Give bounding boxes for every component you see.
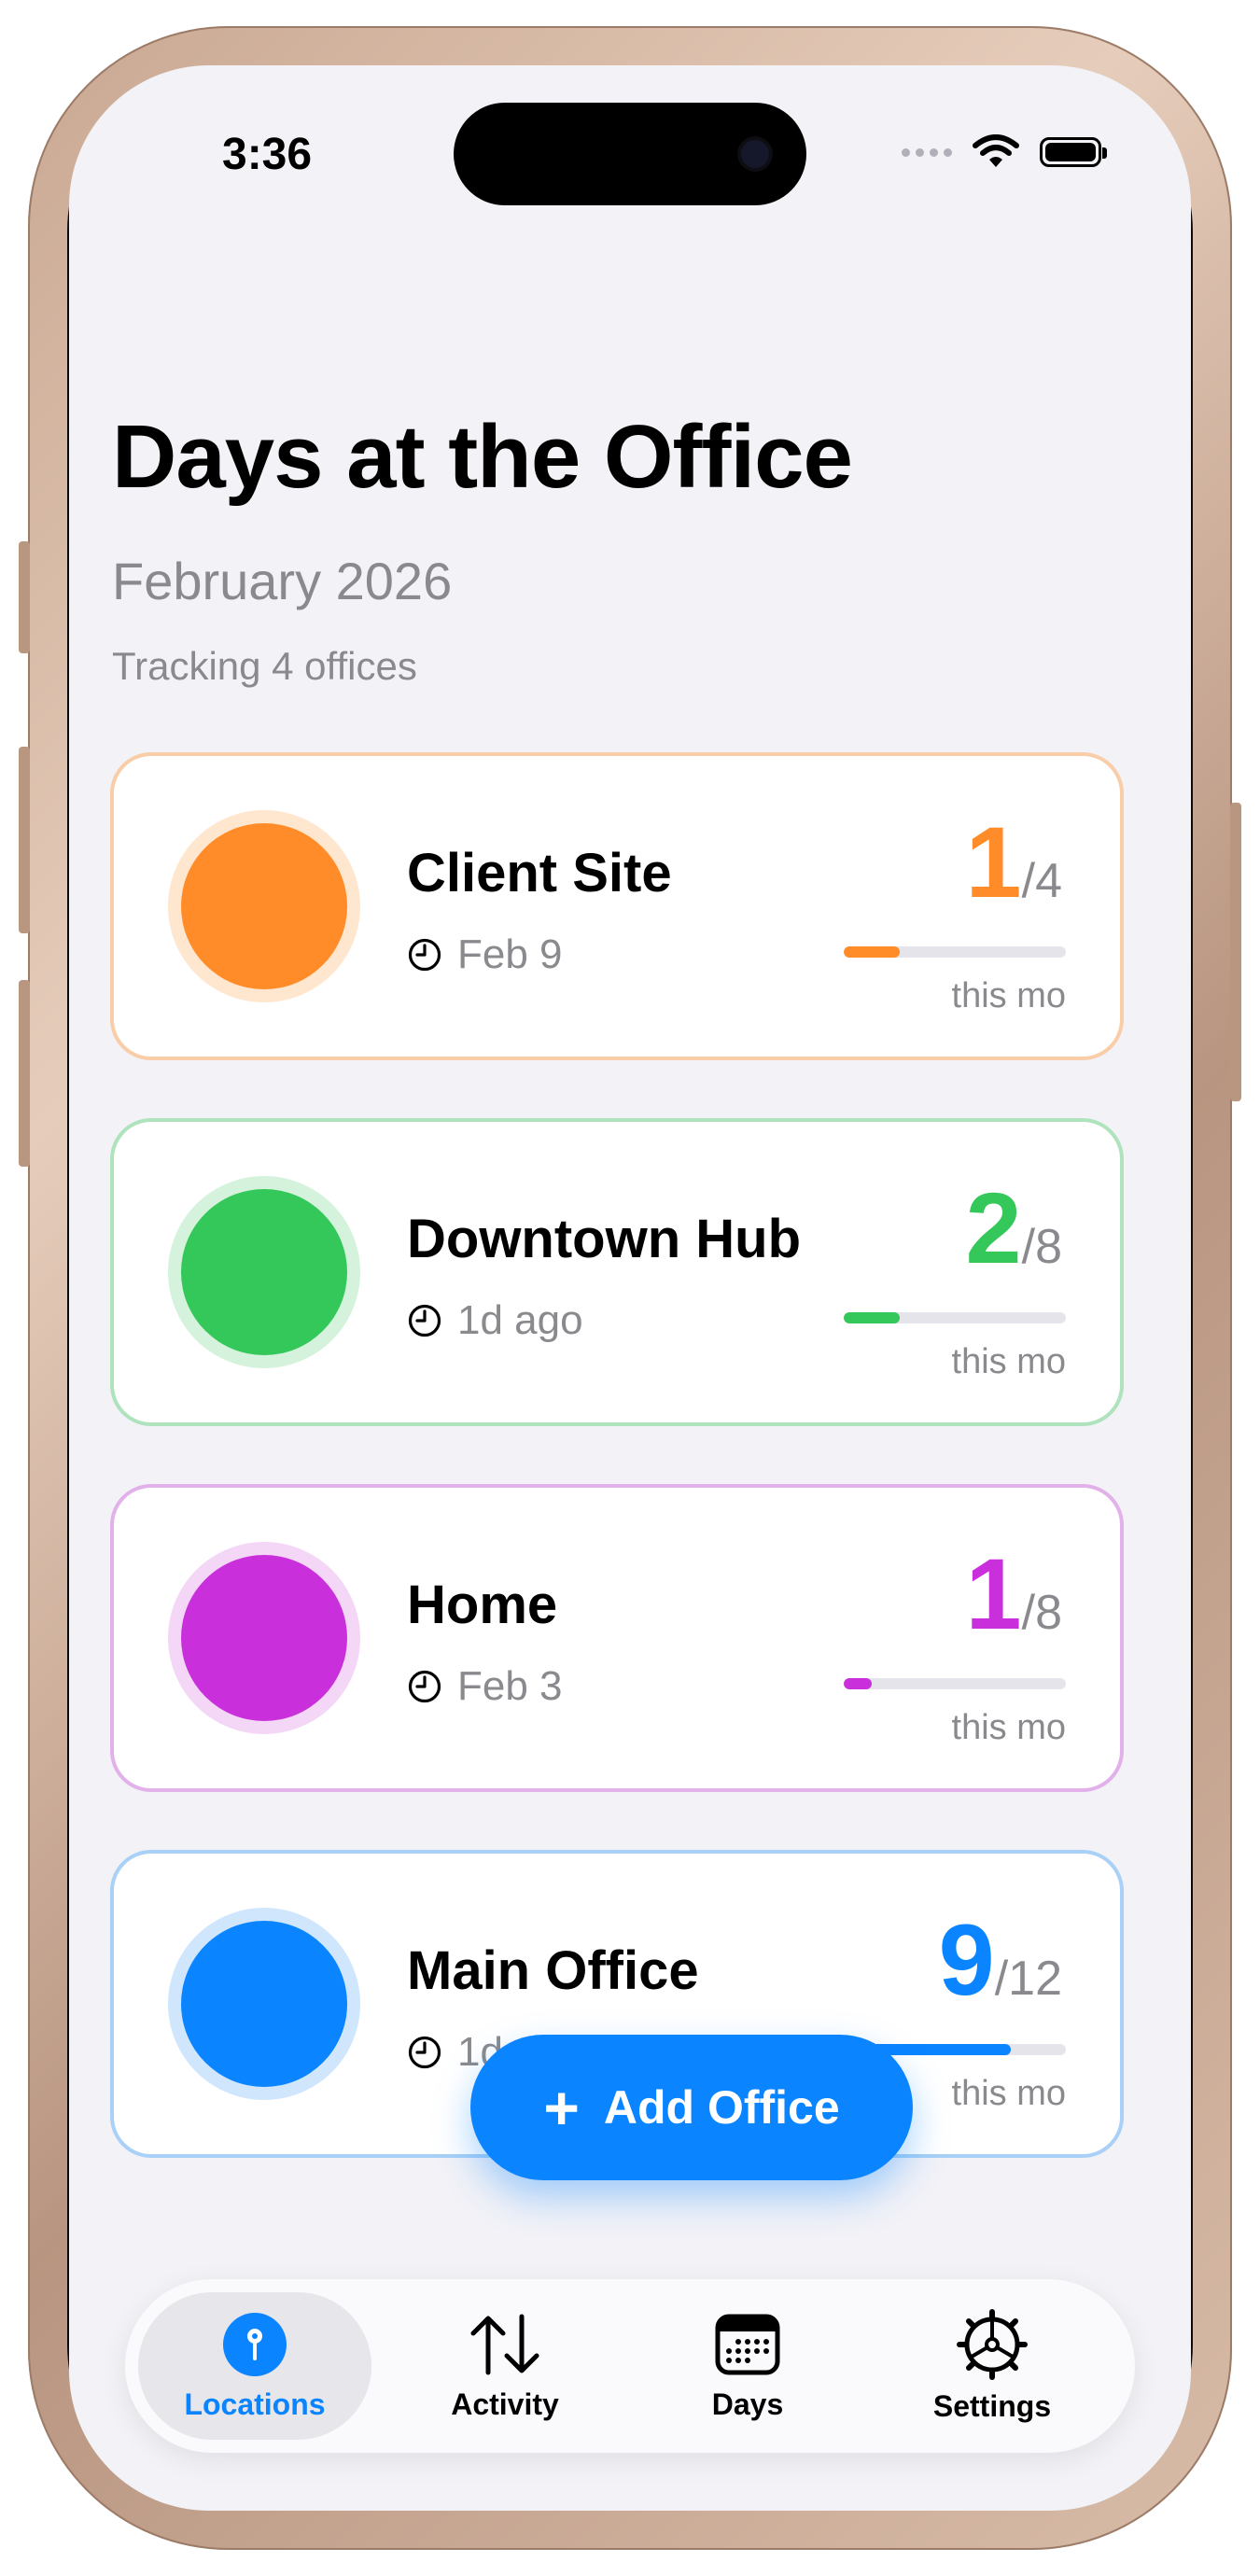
clock-icon [408,1304,441,1337]
visit-count-value: 2 [965,1171,1022,1284]
tab-label: Settings [932,2388,1052,2423]
arrows-up-down-icon [470,2314,539,2374]
progress-bar [844,946,1066,958]
tab-bar: Locations Activity Days Settings [125,2279,1135,2453]
last-visit: 1d ago [407,1297,583,1344]
period-label: this mo [951,2074,1066,2113]
office-card[interactable]: Downtown Hub 1d ago 2 /8 this mo [110,1118,1124,1426]
office-card[interactable]: Home Feb 3 1 /8 this mo [110,1484,1124,1792]
add-office-button[interactable]: + Add Office [470,2035,913,2180]
office-card[interactable]: Client Site Feb 9 1 /4 this mo [110,752,1124,1060]
clock-icon [408,1670,441,1703]
office-color-dot [181,823,347,989]
visit-target: /8 [1021,1586,1062,1640]
power-button [1230,803,1241,1101]
last-visit: Feb 3 [407,1663,563,1710]
tab-label: Days [711,2387,784,2421]
month-label: February 2026 [112,552,453,610]
tab-locations[interactable]: Locations [138,2292,371,2440]
last-visit-text: Feb 9 [457,931,563,977]
battery-icon [1040,137,1107,167]
tab-activity[interactable]: Activity [388,2292,622,2440]
visit-count: 9 /12 [939,1910,1062,2010]
office-color-ring [168,1908,360,2100]
office-color-dot [181,1921,347,2087]
cellular-signal-icon [902,147,952,157]
visit-target: /8 [1021,1220,1062,1274]
period-label: this mo [951,1342,1066,1381]
tab-label: Locations [184,2387,326,2421]
tab-days[interactable]: Days [631,2292,864,2440]
action-button [19,541,30,653]
dynamic-island [454,103,806,205]
screen: 3:36 Days at the Office February 2026 Tr… [69,65,1191,2511]
camera-icon [741,140,769,168]
tab-settings[interactable]: Settings [875,2292,1109,2440]
last-visit-text: 1d ago [457,1297,583,1343]
progress-fill [844,1678,872,1689]
page-title: Days at the Office [112,407,853,507]
gear-icon [957,2308,1028,2380]
volume-down-button [19,980,30,1167]
visit-target: /12 [994,1952,1062,2006]
visit-count-value: 1 [965,805,1022,918]
period-label: this mo [951,976,1066,1015]
last-visit-text: Feb 3 [457,1663,563,1709]
clock-icon [408,2036,441,2069]
office-name: Client Site [407,843,672,903]
progress-fill [844,1312,900,1323]
progress-fill [844,946,900,958]
visit-count-value: 1 [965,1537,1022,1650]
progress-bar [844,1312,1066,1323]
office-name: Home [407,1575,558,1635]
visit-count-value: 9 [938,1903,995,2016]
office-color-dot [181,1555,347,1721]
office-name: Main Office [407,1940,699,2001]
status-icons [902,134,1107,170]
period-label: this mo [951,1708,1066,1747]
office-color-ring [168,1176,360,1368]
visit-count: 1 /4 [966,812,1062,913]
volume-up-button [19,747,30,933]
tracking-count: Tracking 4 offices [112,644,417,688]
calendar-icon [715,2314,780,2374]
last-visit: Feb 9 [407,931,563,978]
visit-target: /4 [1021,854,1062,908]
progress-bar [844,1678,1066,1689]
tab-label: Activity [451,2387,559,2421]
add-office-label: Add Office [603,2081,840,2134]
office-color-ring [168,810,360,1002]
office-name: Downtown Hub [407,1209,802,1269]
visit-count: 1 /8 [966,1544,1062,1645]
office-color-ring [168,1542,360,1734]
map-pin-icon [223,2312,287,2376]
status-time: 3:36 [222,130,313,179]
visit-count: 2 /8 [966,1178,1062,1279]
wifi-icon [973,134,1019,167]
office-color-dot [181,1189,347,1355]
plus-icon: + [543,2073,580,2142]
clock-icon [408,938,441,972]
